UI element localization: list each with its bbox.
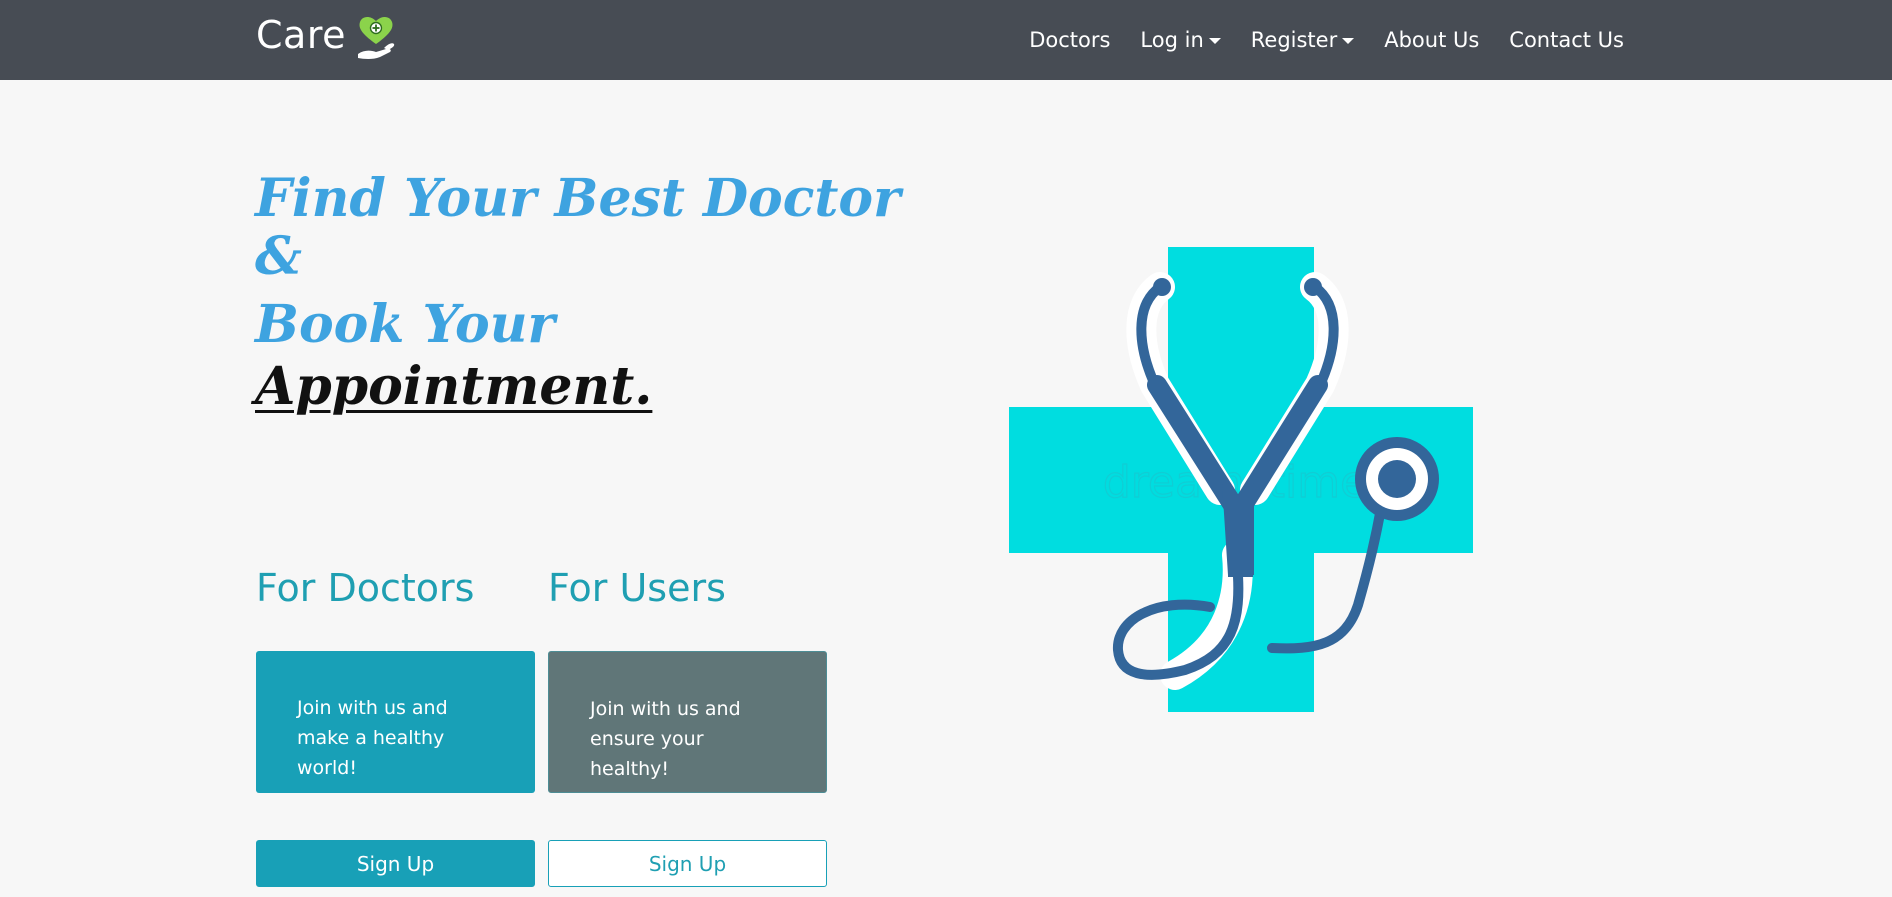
doctors-card-text: Join with us and make a healthy world! bbox=[297, 697, 448, 779]
caret-down-icon bbox=[1208, 38, 1221, 44]
nav-login-dropdown[interactable]: Log in bbox=[1140, 28, 1221, 52]
heart-hand-logo-icon bbox=[358, 16, 395, 59]
nav-links: Doctors Log in Register About Us Contact… bbox=[999, 0, 1624, 80]
nav-login-label: Log in bbox=[1140, 28, 1204, 52]
nav-contact-label: Contact Us bbox=[1509, 28, 1624, 52]
doctors-signup-button[interactable]: Sign Up bbox=[256, 840, 535, 887]
nav-doctors-label: Doctors bbox=[1029, 28, 1111, 52]
nav-about-label: About Us bbox=[1384, 28, 1480, 52]
users-card-text: Join with us and ensure your healthy! bbox=[590, 698, 741, 780]
for-doctors-title: For Doctors bbox=[256, 566, 475, 610]
hero-line-2: & bbox=[255, 226, 302, 287]
navbar: Care Doctors Log in Register About Us Co… bbox=[0, 0, 1892, 80]
users-signup-button[interactable]: Sign Up bbox=[548, 840, 827, 887]
brand-link[interactable]: Care bbox=[256, 10, 398, 60]
nav-register-dropdown[interactable]: Register bbox=[1250, 28, 1355, 52]
caret-down-icon bbox=[1342, 38, 1355, 44]
hero-line-3: Book Your bbox=[255, 294, 555, 355]
medical-cross-stethoscope-icon: dreamstime bbox=[1009, 247, 1473, 712]
doctors-signup-label: Sign Up bbox=[356, 851, 435, 876]
users-signup-label: Sign Up bbox=[648, 851, 727, 876]
hero-line-1: Find Your Best Doctor bbox=[255, 168, 901, 229]
nav-contact[interactable]: Contact Us bbox=[1509, 28, 1624, 52]
hero-heading: Find Your Best Doctor & Book Your Appoin… bbox=[255, 168, 901, 418]
nav-about[interactable]: About Us bbox=[1384, 28, 1479, 52]
doctors-card: Join with us and make a healthy world! bbox=[256, 651, 535, 793]
nav-register-label: Register bbox=[1250, 28, 1338, 52]
hero-appointment-text: Appointment. bbox=[255, 356, 653, 417]
for-users-title: For Users bbox=[548, 566, 726, 610]
users-card: Join with us and ensure your healthy! bbox=[548, 651, 827, 793]
brand-name: Care bbox=[256, 13, 346, 57]
nav-doctors[interactable]: Doctors bbox=[1029, 28, 1110, 52]
